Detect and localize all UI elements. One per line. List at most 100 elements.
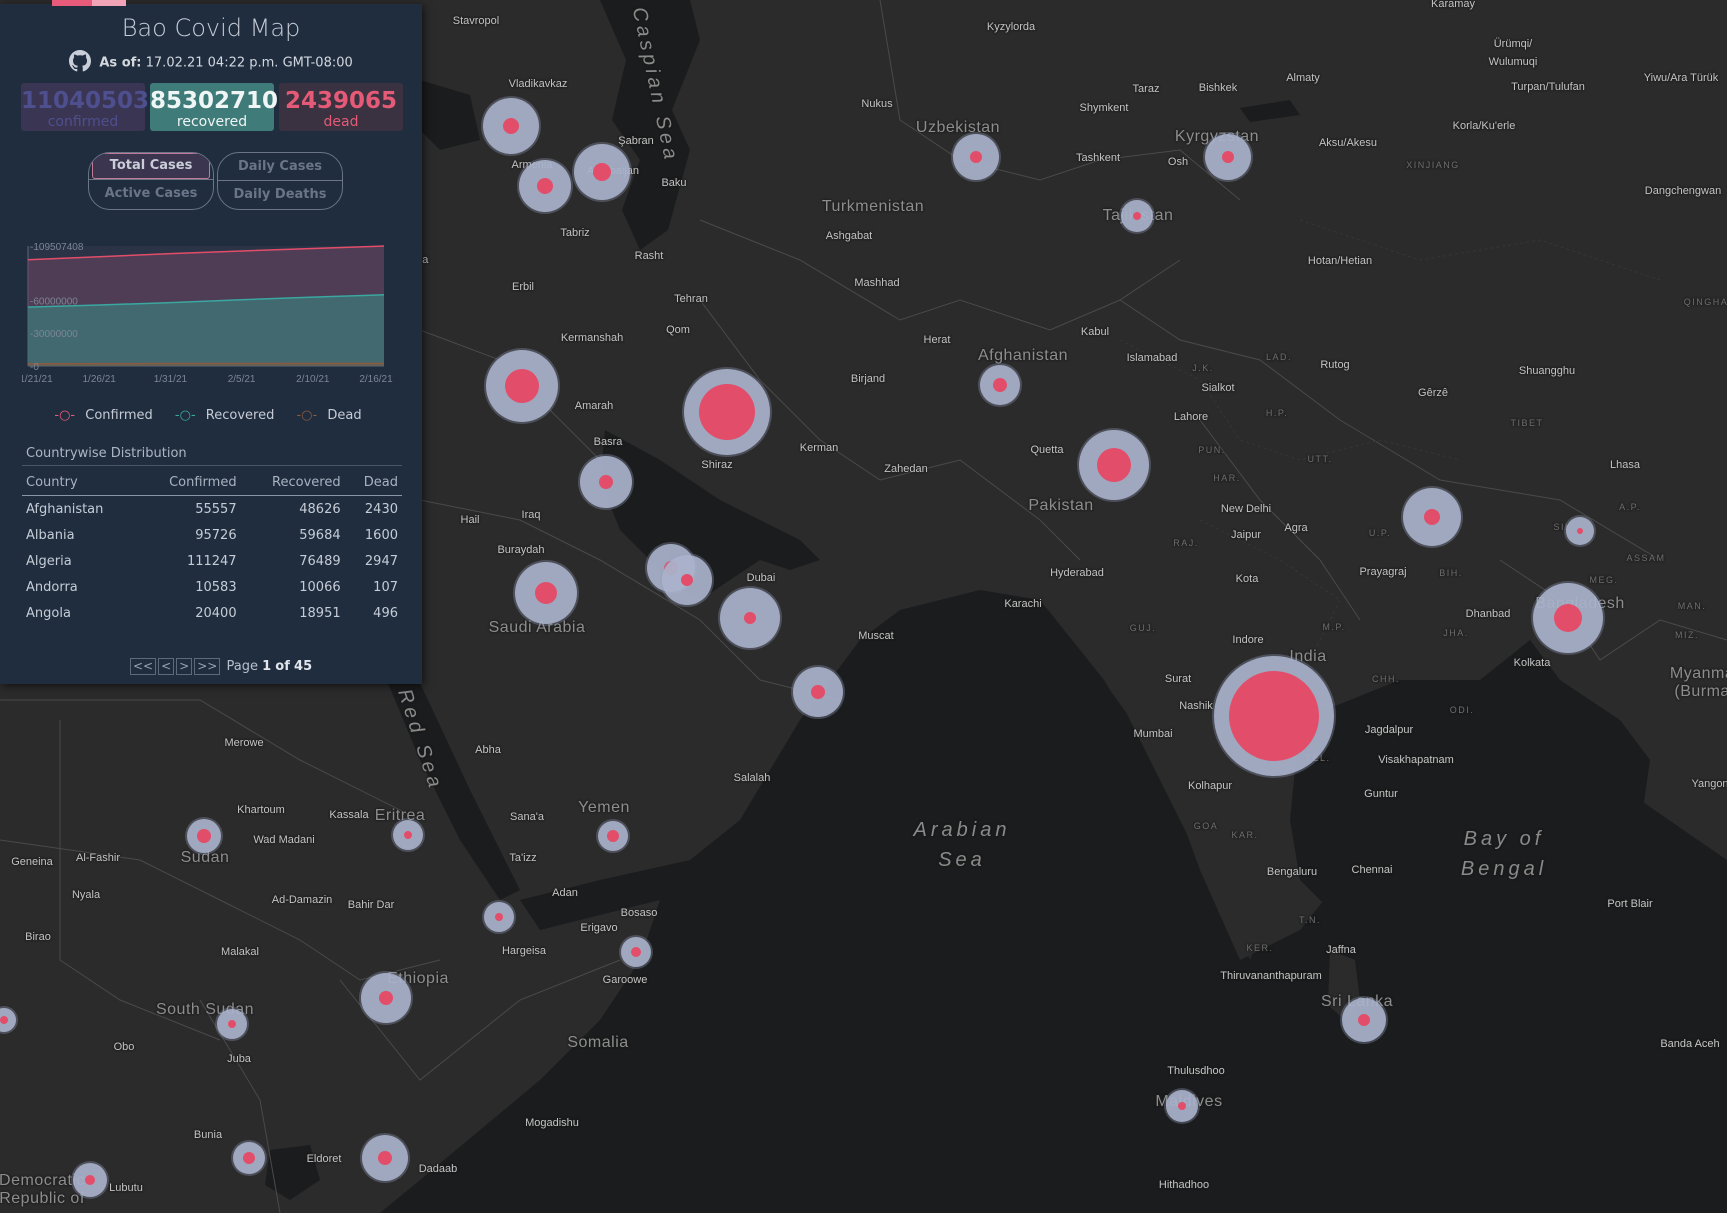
- case-marker[interactable]: [73, 1163, 107, 1197]
- case-marker[interactable]: [598, 821, 628, 851]
- case-marker[interactable]: [980, 365, 1020, 405]
- col-recovered[interactable]: Recovered: [240, 470, 345, 496]
- case-marker[interactable]: [720, 588, 780, 648]
- case-marker[interactable]: [1214, 656, 1334, 776]
- case-marker[interactable]: [217, 1009, 247, 1039]
- map-label-city: Taraz: [1132, 83, 1160, 95]
- map-label-region: QINGHAI: [1683, 297, 1727, 307]
- tab-active-cases[interactable]: Active Cases: [89, 180, 213, 207]
- col-country[interactable]: Country: [22, 470, 139, 496]
- case-marker[interactable]: [574, 144, 630, 200]
- table-row[interactable]: Andorra 10583 10066 107: [22, 574, 402, 600]
- map-label-city: Tehran: [674, 293, 708, 305]
- next-page-button[interactable]: >: [176, 658, 193, 675]
- case-marker[interactable]: [1121, 200, 1153, 232]
- case-marker[interactable]: [187, 819, 221, 853]
- table-row[interactable]: Angola 20400 18951 496: [22, 600, 402, 626]
- map-label-country: Yemen: [578, 799, 630, 816]
- case-marker-core: [993, 378, 1007, 392]
- map-label-region: U.P.: [1368, 528, 1392, 538]
- case-marker[interactable]: [1342, 998, 1386, 1042]
- legend-confirmed[interactable]: -○- Confirmed: [54, 408, 158, 423]
- cell-dead: 1600: [364, 527, 398, 543]
- case-marker-core: [631, 947, 641, 957]
- table-row[interactable]: Albania 95726 59684 1600: [22, 522, 402, 548]
- case-marker-core: [1133, 212, 1141, 220]
- legend-dead-marker: -○-: [296, 408, 318, 423]
- case-marker[interactable]: [486, 350, 558, 422]
- map-label-city: Bahir Dar: [347, 899, 395, 911]
- table-row[interactable]: Afghanistan 55557 48626 2430: [22, 496, 402, 523]
- case-marker[interactable]: [1566, 517, 1594, 545]
- as-of-line: As of: 17.02.21 04:22 p.m. GMT-08:00: [0, 50, 422, 76]
- map-label-city: Zahedan: [884, 463, 928, 475]
- case-marker[interactable]: [1079, 430, 1149, 500]
- dead-count: 2439065: [284, 88, 398, 114]
- mode-tabs-right: Daily Cases Daily Deaths: [217, 152, 343, 210]
- map-label-region: HAR.: [1213, 473, 1241, 483]
- x-tick-label: 2/5/21: [228, 374, 256, 385]
- map-label-region: RAJ.: [1173, 538, 1199, 548]
- map-label-region: XINJIANG: [1406, 160, 1460, 170]
- page-total: 45: [294, 659, 313, 674]
- map-label-city: Quetta: [1030, 444, 1064, 456]
- case-marker[interactable]: [519, 160, 571, 212]
- case-marker-core: [970, 151, 982, 163]
- legend-recovered-marker: -○-: [174, 408, 196, 423]
- case-marker[interactable]: [684, 369, 770, 455]
- prev-page-button[interactable]: <: [158, 658, 175, 675]
- map-label-city: Dadaab: [418, 1163, 458, 1175]
- legend-recovered[interactable]: -○- Recovered: [175, 408, 280, 423]
- map-label-region: M.P.: [1322, 622, 1346, 632]
- case-marker-core: [1222, 151, 1234, 163]
- case-marker[interactable]: [793, 667, 843, 717]
- case-marker[interactable]: [233, 1142, 265, 1174]
- case-marker[interactable]: [621, 937, 651, 967]
- github-icon[interactable]: [69, 50, 92, 76]
- map-label-city: Bunia: [193, 1129, 223, 1141]
- map-label-city: Vladikavkaz: [508, 78, 568, 90]
- case-marker[interactable]: [1533, 583, 1603, 653]
- case-marker-core: [535, 582, 557, 604]
- map-label-region: PUN.: [1198, 445, 1226, 455]
- cell-country: Afghanistan: [26, 501, 104, 517]
- map-label-city: Ta'izz: [509, 852, 537, 864]
- map-label-city: Geneina: [11, 856, 53, 868]
- col-dead[interactable]: Dead: [344, 470, 402, 496]
- map-label-region: UTT.: [1307, 454, 1333, 464]
- tab-daily-cases[interactable]: Daily Cases: [218, 153, 342, 180]
- case-marker[interactable]: [662, 555, 712, 605]
- tab-daily-deaths[interactable]: Daily Deaths: [218, 181, 342, 208]
- dead-label: dead: [323, 114, 359, 130]
- case-marker[interactable]: [1205, 134, 1251, 180]
- case-marker[interactable]: [362, 1135, 408, 1181]
- col-confirmed[interactable]: Confirmed: [138, 470, 241, 496]
- cell-recovered: 59684: [299, 527, 341, 543]
- first-page-button[interactable]: <<: [130, 658, 157, 675]
- case-marker[interactable]: [1166, 1090, 1198, 1122]
- case-marker[interactable]: [580, 456, 632, 508]
- case-marker[interactable]: [483, 98, 539, 154]
- case-marker[interactable]: [1403, 488, 1461, 546]
- map-label-city: Karamay: [1430, 0, 1476, 10]
- map-label-city: Sialkot: [1201, 382, 1235, 394]
- case-marker[interactable]: [393, 820, 423, 850]
- case-marker[interactable]: [515, 562, 577, 624]
- panel-accent-light: [92, 0, 126, 6]
- legend-dead[interactable]: -○- Dead: [296, 408, 367, 423]
- map-label-city: Al-Fashir: [75, 852, 121, 864]
- last-page-button[interactable]: >>: [194, 658, 221, 675]
- case-marker[interactable]: [953, 134, 999, 180]
- tab-total-cases[interactable]: Total Cases: [92, 153, 210, 179]
- legend-recovered-label: Recovered: [205, 408, 275, 423]
- case-marker[interactable]: [361, 973, 411, 1023]
- map-label-city: Rasht: [634, 250, 664, 262]
- cell-confirmed: 111247: [186, 553, 237, 569]
- map-label-city: Osh: [1167, 156, 1189, 168]
- case-marker-core: [1097, 448, 1131, 482]
- map-label-city: Salalah: [733, 772, 771, 784]
- case-marker[interactable]: [484, 902, 514, 932]
- table-row[interactable]: Algeria 111247 76489 2947: [22, 548, 402, 574]
- case-marker-core: [593, 163, 611, 181]
- map-label-city: Malakal: [221, 946, 259, 958]
